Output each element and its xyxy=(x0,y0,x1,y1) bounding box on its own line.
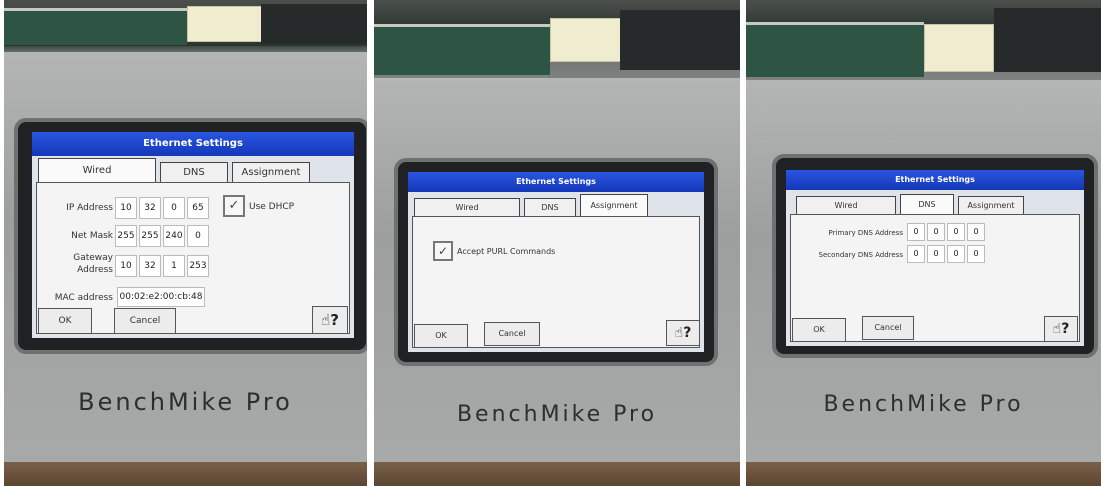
primary-dns-octet-2[interactable]: 0 xyxy=(927,223,945,241)
background-cubicle-panel xyxy=(4,8,187,45)
screen-bezel: Ethernet Settings Wired DNS Assignment ✓… xyxy=(398,162,714,362)
background-monitor xyxy=(994,8,1101,72)
primary-dns-octet-1[interactable]: 0 xyxy=(907,223,925,241)
gateway-octet-3[interactable]: 1 xyxy=(163,255,185,277)
background-monitor xyxy=(261,4,367,44)
secondary-dns-octet-4[interactable]: 0 xyxy=(967,245,985,263)
background-cubicle-panel xyxy=(746,22,924,77)
dialog-title: Ethernet Settings xyxy=(786,170,1084,190)
cancel-button[interactable]: Cancel xyxy=(484,322,540,346)
dialog-title: Ethernet Settings xyxy=(32,132,354,156)
gateway-label-line-2: Address xyxy=(77,265,113,275)
net-mask-label: Net Mask xyxy=(71,231,113,241)
photo-assignment-tab: Ethernet Settings Wired DNS Assignment ✓… xyxy=(374,0,740,486)
primary-dns-octet-4[interactable]: 0 xyxy=(967,223,985,241)
photo-wired-tab: Ethernet Settings Wired DNS Assignment I… xyxy=(4,0,367,486)
help-glyph: ? xyxy=(330,311,339,329)
cancel-button[interactable]: Cancel xyxy=(862,316,914,340)
primary-dns-label: Primary DNS Address xyxy=(828,229,903,237)
ip-address-label: IP Address xyxy=(66,203,113,213)
background-sticky-note xyxy=(924,24,994,72)
touch-screen: Ethernet Settings Wired DNS Assignment P… xyxy=(786,170,1084,346)
touch-screen: Ethernet Settings Wired DNS Assignment ✓… xyxy=(408,172,704,352)
tab-assignment[interactable]: Assignment xyxy=(958,196,1024,214)
use-dhcp-label: Use DHCP xyxy=(249,202,295,212)
cancel-button[interactable]: Cancel xyxy=(114,308,176,334)
gateway-octet-4[interactable]: 253 xyxy=(187,255,209,277)
tab-dns[interactable]: DNS xyxy=(160,162,228,182)
help-button[interactable]: ☝? xyxy=(312,306,348,334)
ip-octet-2[interactable]: 32 xyxy=(139,197,161,219)
hand-pointer-help-icon: ☝ xyxy=(321,311,331,329)
screen-bezel: Ethernet Settings Wired DNS Assignment P… xyxy=(776,158,1094,354)
mask-octet-1[interactable]: 255 xyxy=(115,225,137,247)
secondary-dns-label: Secondary DNS Address xyxy=(818,251,903,259)
tab-assignment[interactable]: Assignment xyxy=(232,162,310,182)
mask-octet-2[interactable]: 255 xyxy=(139,225,161,247)
ok-button[interactable]: OK xyxy=(414,324,468,348)
ip-octet-1[interactable]: 10 xyxy=(115,197,137,219)
checkmark-icon: ✓ xyxy=(228,198,240,213)
background-cubicle-panel xyxy=(374,24,550,75)
tab-dns[interactable]: DNS xyxy=(900,194,954,214)
background-monitor xyxy=(620,10,740,70)
mask-octet-4[interactable]: 0 xyxy=(187,225,209,247)
secondary-dns-octet-3[interactable]: 0 xyxy=(947,245,965,263)
ok-button[interactable]: OK xyxy=(38,308,92,334)
secondary-dns-octet-1[interactable]: 0 xyxy=(907,245,925,263)
dialog-title: Ethernet Settings xyxy=(408,172,704,192)
help-button[interactable]: ☝? xyxy=(666,320,700,346)
screen-bezel: Ethernet Settings Wired DNS Assignment I… xyxy=(18,122,366,350)
ok-button[interactable]: OK xyxy=(792,318,846,342)
tab-wired[interactable]: Wired xyxy=(414,198,520,216)
device-base xyxy=(4,462,367,486)
checkmark-icon: ✓ xyxy=(437,244,449,258)
device-brand-label: BenchMike Pro xyxy=(456,402,658,427)
mac-address-value: 00:02:e2:00:cb:48 xyxy=(117,287,205,307)
ip-octet-3[interactable]: 0 xyxy=(163,197,185,219)
accept-purl-checkbox[interactable]: ✓ xyxy=(433,241,453,261)
help-glyph: ? xyxy=(1061,321,1070,337)
gateway-label-line-1: Gateway xyxy=(73,253,113,263)
gateway-octet-2[interactable]: 32 xyxy=(139,255,161,277)
secondary-dns-octet-2[interactable]: 0 xyxy=(927,245,945,263)
mask-octet-3[interactable]: 240 xyxy=(163,225,185,247)
accept-purl-label: Accept PURL Commands xyxy=(457,247,556,256)
primary-dns-octet-3[interactable]: 0 xyxy=(947,223,965,241)
device-brand-label: BenchMike Pro xyxy=(78,388,293,416)
gateway-octet-1[interactable]: 10 xyxy=(115,255,137,277)
photo-dns-tab: Ethernet Settings Wired DNS Assignment P… xyxy=(746,0,1101,486)
tab-assignment[interactable]: Assignment xyxy=(580,194,648,216)
touch-screen: Ethernet Settings Wired DNS Assignment I… xyxy=(32,132,354,338)
tab-dns[interactable]: DNS xyxy=(524,198,576,216)
device-brand-label: BenchMike Pro xyxy=(823,392,1024,417)
hand-pointer-help-icon: ☝ xyxy=(1052,321,1062,337)
ip-octet-4[interactable]: 65 xyxy=(187,197,209,219)
device-base xyxy=(374,462,740,486)
background-sticky-note xyxy=(550,18,622,62)
help-button[interactable]: ☝? xyxy=(1044,316,1078,342)
mac-address-label: MAC address xyxy=(54,293,113,303)
tab-wired[interactable]: Wired xyxy=(796,196,896,214)
hand-pointer-help-icon: ☝ xyxy=(674,325,684,341)
tab-wired[interactable]: Wired xyxy=(38,158,156,182)
help-glyph: ? xyxy=(683,325,692,341)
device-base xyxy=(746,462,1101,486)
background-sticky-note xyxy=(187,6,263,42)
use-dhcp-checkbox[interactable]: ✓ xyxy=(223,195,245,217)
